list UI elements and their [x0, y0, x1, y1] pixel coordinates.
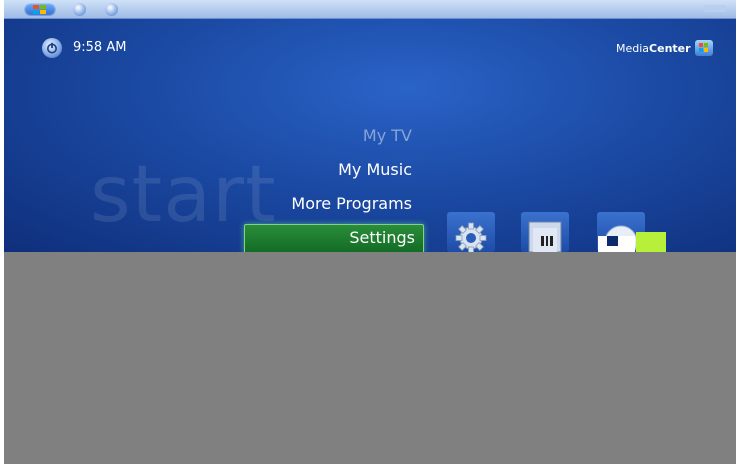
menu-item-settings[interactable]: Settings — [244, 224, 424, 252]
window-controls[interactable] — [704, 5, 726, 12]
brand-label: MediaCenter — [616, 40, 713, 56]
monitor-icon — [528, 221, 562, 252]
settings-tile[interactable] — [447, 212, 495, 252]
power-button[interactable] — [42, 38, 62, 58]
menu-item-settings-label: Settings — [349, 228, 415, 247]
menu-item-my-music[interactable]: My Music — [338, 160, 412, 179]
brand-name-bold: Center — [649, 41, 691, 55]
gear-icon — [455, 222, 487, 252]
clock: 9:58 AM — [73, 40, 127, 55]
menu-item-more-programs[interactable]: More Programs — [291, 194, 412, 213]
brand-name-light: Media — [616, 41, 650, 55]
mediacenter-logo-icon — [694, 40, 713, 56]
start-button[interactable] — [24, 3, 56, 16]
media-center-screen: 9:58 AM MediaCenter start My TV My Music… — [4, 0, 736, 252]
artifact-green — [636, 232, 666, 252]
back-icon[interactable] — [73, 3, 86, 16]
display-tile[interactable] — [521, 212, 569, 252]
media-center-window: 9:58 AM MediaCenter start My TV My Music… — [0, 0, 740, 464]
menu-item-my-tv[interactable]: My TV — [363, 126, 412, 145]
forward-icon[interactable] — [105, 3, 118, 16]
obscured-region — [4, 252, 736, 464]
power-icon — [47, 42, 57, 54]
artifact-navy — [607, 236, 618, 246]
title-bar — [4, 0, 736, 19]
windows-flag-icon — [33, 5, 46, 14]
